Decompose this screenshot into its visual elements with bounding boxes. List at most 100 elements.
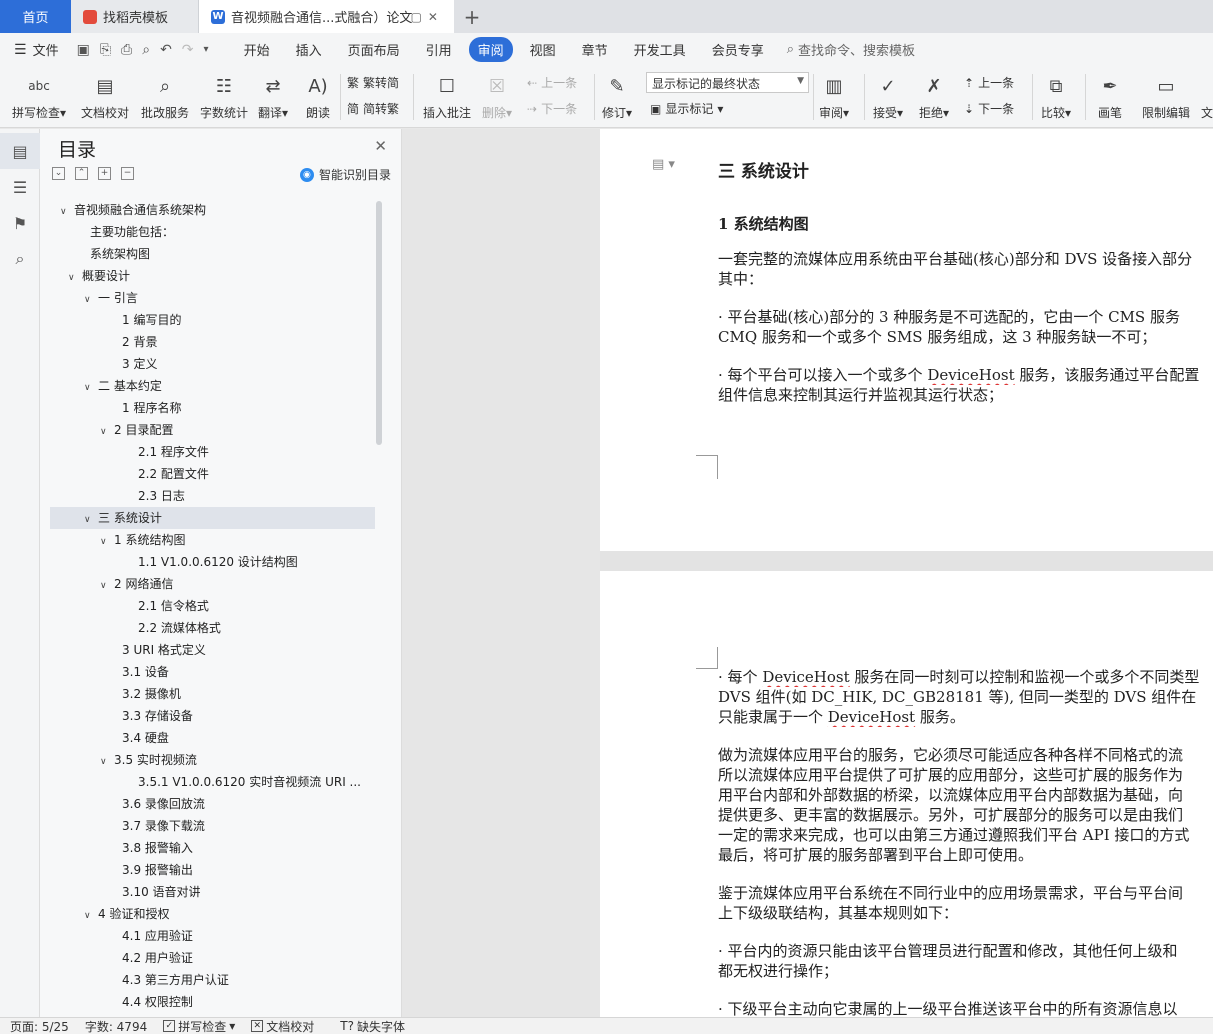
toc-item[interactable]: 3.2 摄像机 [50, 683, 375, 705]
toc-item[interactable]: 主要功能包括： [50, 221, 375, 243]
command-search[interactable]: ⌕ 查找命令、搜索模板 [787, 40, 915, 59]
expand-all-icon[interactable]: ⌄ [52, 167, 65, 180]
delete-comment-button[interactable]: ☒ 删除▾ [482, 72, 512, 121]
tab-home[interactable]: 首页 [0, 0, 71, 33]
toc-item[interactable]: ∨ 2 目录配置 [50, 419, 375, 441]
tab-template[interactable]: 找稻壳模板 [71, 0, 199, 33]
toc-panel-icon[interactable]: ▤ [0, 133, 40, 169]
toc-item[interactable]: 1.1 V1.0.0.6120 设计结构图 [50, 551, 375, 573]
toc-item[interactable]: 3.5.1 V1.0.0.6120 实时音视频流 URI ... [50, 771, 375, 793]
chapter-nav-icon[interactable]: ☰ [0, 169, 40, 205]
ribbon-tab[interactable]: 插入 [287, 37, 331, 62]
toc-item[interactable]: ∨ 4 验证和授权 [50, 903, 375, 925]
toc-item[interactable]: ∨ 3.5 实时视频流 [50, 749, 375, 771]
toc-item[interactable]: 系统架构图 [50, 243, 375, 265]
chevron-down-icon[interactable]: ∨ [84, 377, 98, 399]
ribbon-tab[interactable]: 页面布局 [339, 37, 409, 62]
toc-item[interactable]: ∨ 1 系统结构图 [50, 529, 375, 551]
accept-button[interactable]: ✓ 接受▾ [873, 72, 903, 121]
toc-item[interactable]: 3.7 录像下载流 [50, 815, 375, 837]
paragraph-format-icon[interactable]: ▤ ▾ [652, 157, 675, 172]
toc-item[interactable]: 4.2 用户验证 [50, 947, 375, 969]
pen-button[interactable]: ✒ 画笔 [1096, 72, 1124, 121]
spellcheck-flagged-word[interactable]: DeviceHost [828, 708, 915, 726]
spellcheck-flagged-word[interactable]: DeviceHost [762, 668, 849, 686]
toc-item[interactable]: 1 编写目的 [50, 309, 375, 331]
toc-item[interactable]: ∨ 2 网络通信 [50, 573, 375, 595]
show-markup-button[interactable]: ▣ 显示标记 ▾ [650, 100, 723, 117]
toc-item[interactable]: 2 背景 [50, 331, 375, 353]
toc-item[interactable]: 4.4 权限控制 [50, 991, 375, 1009]
chevron-down-icon[interactable]: ∨ [100, 421, 114, 443]
doccheck-button[interactable]: ▤ 文档校对 [81, 72, 129, 121]
toc-item[interactable]: 2.2 流媒体格式 [50, 617, 375, 639]
save-icon[interactable]: ▣ [77, 42, 90, 58]
read-aloud-button[interactable]: A) 朗读 [304, 72, 332, 121]
spellcheck-button[interactable]: abc 拼写检查▾ [12, 72, 66, 121]
close-icon[interactable]: ✕ [374, 137, 387, 155]
translate-button[interactable]: ⇄ 翻译▾ [258, 72, 288, 121]
toc-item[interactable]: 3.4 硬盘 [50, 727, 375, 749]
toc-item[interactable]: 3.8 报警输入 [50, 837, 375, 859]
chevron-down-icon[interactable]: ∨ [100, 531, 114, 553]
toc-item[interactable]: 3.1 设备 [50, 661, 375, 683]
chevron-down-icon[interactable]: ∨ [84, 509, 98, 531]
toc-item[interactable]: 2.1 信令格式 [50, 595, 375, 617]
toc-item[interactable]: 2.3 日志 [50, 485, 375, 507]
toc-item[interactable]: 3 URI 格式定义 [50, 639, 375, 661]
chevron-down-icon[interactable]: ∨ [68, 267, 82, 289]
toc-item[interactable]: ∨ 二 基本约定 [50, 375, 375, 397]
file-menu-button[interactable]: ☰ 文件 [0, 40, 69, 60]
toc-item[interactable]: 1 程序名称 [50, 397, 375, 419]
toc-item[interactable]: ∨ 音视频融合通信系统架构 [50, 199, 375, 221]
print-preview-icon[interactable]: ⌕ [142, 42, 150, 58]
restrict-editing-button[interactable]: ▭ 限制编辑 [1142, 72, 1190, 121]
wordcount-button[interactable]: ☷ 字数统计 [200, 72, 248, 121]
chevron-down-icon[interactable]: ∨ [84, 289, 98, 311]
tab-document[interactable]: W 音视频融合通信...式融合）论文 ▢✕ [199, 0, 454, 33]
ribbon-tab[interactable]: 审阅 [468, 37, 513, 62]
toc-item[interactable]: ∨ 一 引言 [50, 287, 375, 309]
ribbon-tab[interactable]: 开始 [235, 37, 279, 62]
toc-item[interactable]: ∨ 三 系统设计 [50, 507, 375, 529]
toc-item[interactable]: 2.2 配置文件 [50, 463, 375, 485]
to-simplified-button[interactable]: 繁繁转简 [347, 74, 399, 91]
export-pdf-icon[interactable]: ⎘ [100, 42, 111, 58]
redo-icon[interactable]: ↷ [182, 42, 194, 58]
toc-item[interactable]: 3 定义 [50, 353, 375, 375]
toc-item[interactable]: 4.3 第三方用户认证 [50, 969, 375, 991]
tab-close-icon[interactable]: ▢✕ [411, 10, 444, 24]
chevron-down-icon[interactable]: ∨ [84, 905, 98, 927]
undo-icon[interactable]: ↶ [160, 42, 172, 58]
add-heading-icon[interactable]: + [98, 167, 111, 180]
chevron-down-icon[interactable]: ∨ [60, 201, 74, 223]
compare-button[interactable]: ⧉ 比较▾ [1041, 72, 1071, 121]
smart-toc-button[interactable]: ◉ 智能识别目录 [299, 166, 391, 183]
word-count[interactable]: 字数: 4794 [85, 1018, 147, 1034]
toc-item[interactable]: 3.6 录像回放流 [50, 793, 375, 815]
ribbon-more-button[interactable]: 文 [1201, 72, 1213, 121]
ribbon-tab[interactable]: 会员专享 [703, 37, 773, 62]
batch-service-button[interactable]: ⌕ 批改服务 [141, 72, 189, 121]
toc-scrollbar[interactable] [376, 201, 382, 445]
spellcheck-status[interactable]: ✓ 拼写检查 ▾ [163, 1018, 235, 1034]
collapse-all-icon[interactable]: ⌃ [75, 167, 88, 180]
bookmark-icon[interactable]: ⚑ [0, 205, 40, 241]
proofread-status[interactable]: ✕ 文档校对 [251, 1018, 314, 1034]
print-icon[interactable]: ⎙ [121, 42, 132, 58]
new-tab-plus-icon[interactable]: + [454, 0, 490, 33]
toc-item[interactable]: 3.3 存储设备 [50, 705, 375, 727]
reject-button[interactable]: ✗ 拒绝▾ [919, 72, 949, 121]
review-pane-button[interactable]: ▥ 审阅▾ [819, 72, 849, 121]
toc-item[interactable]: 3.9 报警输出 [50, 859, 375, 881]
toc-item[interactable]: 4.1 应用验证 [50, 925, 375, 947]
to-traditional-button[interactable]: 简简转繁 [347, 100, 399, 117]
spellcheck-flagged-word[interactable]: DeviceHost [927, 366, 1014, 384]
page-indicator[interactable]: 页面: 5/25 [10, 1018, 69, 1034]
track-changes-button[interactable]: ✎ 修订▾ [602, 72, 632, 121]
prev-comment-button[interactable]: ⇠ 上一条 [527, 74, 577, 91]
ribbon-tab[interactable]: 引用 [417, 37, 461, 62]
remove-heading-icon[interactable]: − [121, 167, 134, 180]
prev-change-button[interactable]: ⇡ 上一条 [964, 74, 1014, 91]
ribbon-tab[interactable]: 视图 [521, 37, 565, 62]
